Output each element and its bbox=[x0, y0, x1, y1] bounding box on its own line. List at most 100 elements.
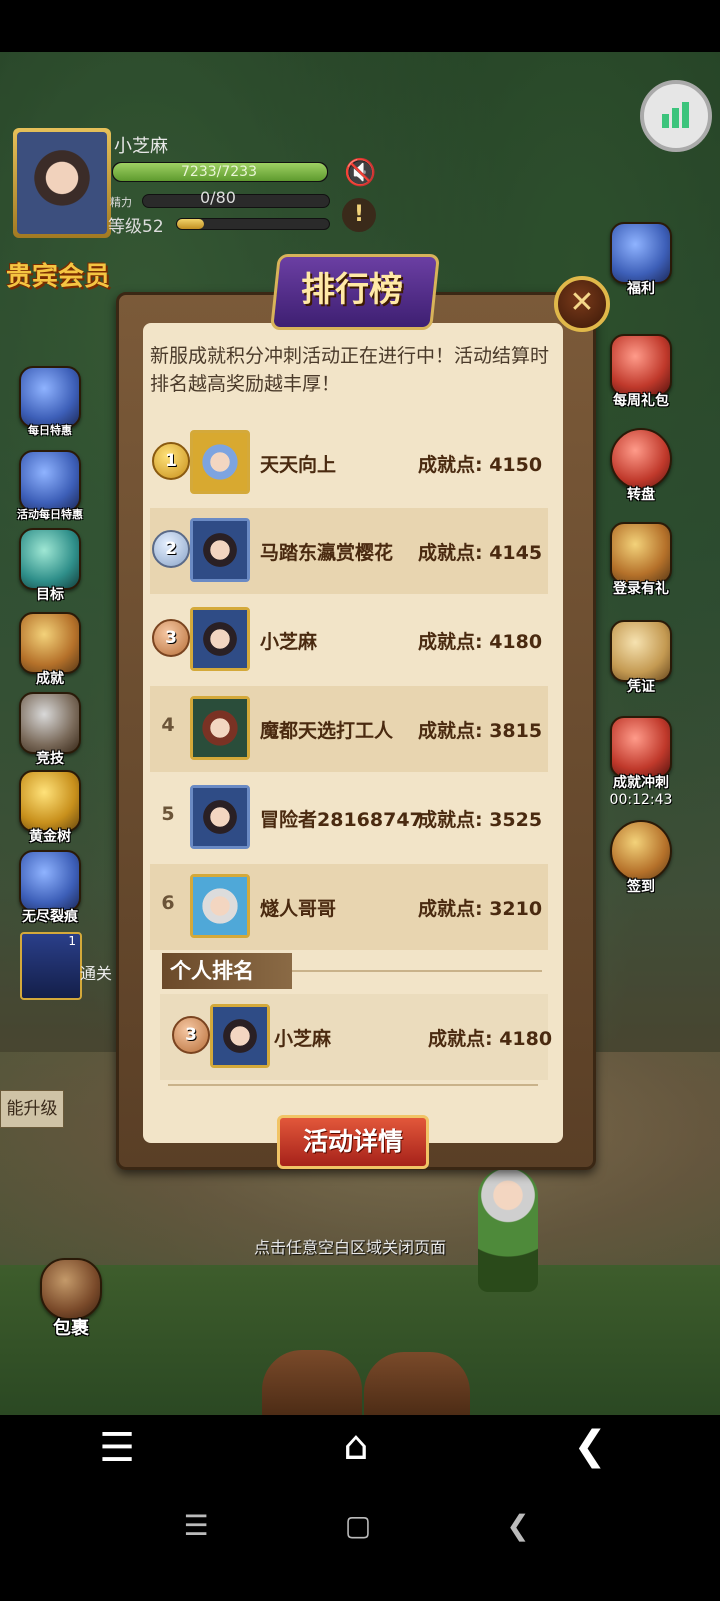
wheel-icon bbox=[610, 428, 672, 490]
daily-deal-button[interactable]: 每日特惠 bbox=[15, 366, 85, 438]
close-button[interactable]: ✕ bbox=[554, 276, 610, 332]
endless-rift-button[interactable]: 无尽裂痕 bbox=[15, 850, 85, 926]
player-name: 小芝麻 bbox=[114, 136, 168, 157]
player-name: 小芝麻 bbox=[260, 631, 318, 653]
arena-label: 竞技 bbox=[36, 751, 64, 767]
hp-text: 7233/7233 bbox=[181, 164, 257, 180]
home-icon[interactable]: ⌂ bbox=[328, 1423, 384, 1469]
event-details-button[interactable]: 活动详情 bbox=[277, 1115, 429, 1169]
upgrade-button[interactable]: 能升级 bbox=[0, 1090, 64, 1128]
player-name: 小芝麻 bbox=[274, 1028, 332, 1050]
stats-icon[interactable] bbox=[640, 80, 712, 152]
back-icon[interactable]: ❮ bbox=[498, 1509, 538, 1542]
checkin-label: 签到 bbox=[627, 879, 655, 895]
chest-icon bbox=[19, 366, 81, 428]
banner-icon bbox=[610, 716, 672, 778]
avatar bbox=[190, 607, 250, 671]
exp-bar-fill bbox=[177, 219, 205, 229]
achievement-sprint-label: 成就冲刺 bbox=[613, 775, 669, 791]
leaderboard-row[interactable]: 5 冒险者28168747 成就点: 3525 bbox=[150, 775, 548, 861]
avatar bbox=[190, 785, 250, 849]
player-portrait bbox=[17, 132, 107, 234]
menu-icon[interactable]: ☰ bbox=[92, 1425, 142, 1471]
avatar bbox=[190, 430, 250, 494]
score: 成就点: 3815 bbox=[418, 720, 543, 742]
avatar bbox=[190, 696, 250, 760]
personal-rank-row[interactable]: 3 小芝麻 成就点: 4180 bbox=[160, 994, 552, 1080]
leaderboard-title: 排行榜 bbox=[301, 270, 403, 310]
pass-label: 通关 bbox=[80, 964, 113, 983]
chest-icon bbox=[19, 450, 81, 512]
bag-button[interactable]: 包裹 bbox=[36, 1258, 106, 1340]
score: 成就点: 3210 bbox=[418, 898, 543, 920]
player-name: 魔都天选打工人 bbox=[260, 720, 394, 742]
gold-tree-button[interactable]: 黄金树 bbox=[15, 770, 85, 846]
rank-number: 6 bbox=[161, 892, 175, 914]
rank-number: 4 bbox=[161, 714, 175, 736]
arena-button[interactable]: 竞技 bbox=[15, 692, 85, 768]
alert-icon[interactable]: ! bbox=[342, 198, 376, 232]
achievement-button[interactable]: 成就 bbox=[15, 612, 85, 688]
rift-icon bbox=[19, 850, 81, 912]
welfare-button[interactable]: 福利 bbox=[606, 222, 676, 298]
weekly-pack-label: 每周礼包 bbox=[613, 393, 669, 409]
app-nav-bar: ☰ ⌂ ❮ bbox=[0, 1415, 720, 1495]
event-daily-deal-label: 活动每日特惠 bbox=[17, 508, 83, 521]
close-icon: ✕ bbox=[569, 285, 595, 320]
score: 成就点: 3525 bbox=[418, 809, 543, 831]
player-name: 冒险者28168747 bbox=[260, 809, 423, 831]
score: 成就点: 4180 bbox=[418, 631, 543, 653]
achievement-label: 成就 bbox=[36, 671, 64, 687]
leaderboard-row[interactable]: 6 燧人哥哥 成就点: 3210 bbox=[150, 864, 548, 950]
rank-number: 5 bbox=[161, 803, 175, 825]
bag-icon bbox=[40, 1258, 102, 1320]
player-name: 马踏东瀛赏樱花 bbox=[260, 542, 394, 564]
home-square-icon[interactable]: ▢ bbox=[338, 1509, 378, 1542]
voucher-button[interactable]: 凭证 bbox=[606, 620, 676, 696]
leaderboard-row[interactable]: 3 小芝麻 成就点: 4180 bbox=[150, 597, 548, 683]
avatar bbox=[190, 518, 250, 582]
gold-tree-label: 黄金树 bbox=[29, 829, 71, 845]
wheel-button[interactable]: 转盘 bbox=[606, 428, 676, 504]
bag-label: 包裹 bbox=[53, 1318, 89, 1339]
mute-icon[interactable]: 🔇 bbox=[344, 158, 376, 188]
player-name: 燧人哥哥 bbox=[260, 898, 337, 920]
leaderboard-row[interactable]: 2 马踏东瀛赏樱花 成就点: 4145 bbox=[150, 508, 548, 594]
back-icon[interactable]: ❮ bbox=[570, 1423, 610, 1469]
achievement-sprint-button[interactable]: 成就冲刺 00:12:43 bbox=[606, 716, 676, 808]
item-slot[interactable]: 1 bbox=[20, 932, 82, 1000]
barrel bbox=[364, 1352, 470, 1420]
leaderboard-intro: 新服成就积分冲刺活动正在进行中！活动结算时排名越高奖励越丰厚！ bbox=[150, 345, 550, 395]
scroll-icon bbox=[610, 620, 672, 682]
score: 成就点: 4145 bbox=[418, 542, 543, 564]
checkin-button[interactable]: 签到 bbox=[606, 820, 676, 896]
system-nav-bar: ☰ ▢ ❮ bbox=[0, 1495, 720, 1601]
wheel-label: 转盘 bbox=[627, 487, 655, 503]
player-name: 天天向上 bbox=[260, 454, 337, 476]
energy-label: 精力 bbox=[110, 196, 132, 209]
potion-icon bbox=[19, 528, 81, 590]
swords-icon bbox=[19, 692, 81, 754]
recent-apps-icon[interactable]: ☰ bbox=[176, 1509, 216, 1542]
avatar bbox=[190, 874, 250, 938]
leaderboard-row[interactable]: 1 天天向上 成就点: 4150 bbox=[150, 420, 548, 506]
bronze-medal-icon: 3 bbox=[172, 1016, 210, 1054]
gift-icon bbox=[610, 522, 672, 584]
close-hint: 点击任意空白区域关闭页面 bbox=[253, 1238, 446, 1257]
player-character[interactable] bbox=[478, 1168, 538, 1292]
item-badge: 1 bbox=[68, 934, 76, 948]
endless-rift-label: 无尽裂痕 bbox=[22, 909, 78, 925]
voucher-label: 凭证 bbox=[627, 679, 655, 695]
bar-chart-icon bbox=[662, 102, 689, 128]
level-text: 等级52 bbox=[108, 217, 164, 237]
welfare-label: 福利 bbox=[627, 281, 655, 297]
login-gift-button[interactable]: 登录有礼 bbox=[606, 522, 676, 598]
vip-label[interactable]: 贵宾会员 bbox=[6, 256, 110, 293]
player-avatar[interactable] bbox=[13, 128, 111, 238]
personal-rank-header: 个人排名 bbox=[162, 953, 292, 989]
goal-button[interactable]: 目标 bbox=[15, 528, 85, 604]
laurel-icon bbox=[19, 612, 81, 674]
leaderboard-row[interactable]: 4 魔都天选打工人 成就点: 3815 bbox=[150, 686, 548, 772]
event-daily-deal-button[interactable]: 活动每日特惠 bbox=[15, 450, 85, 522]
weekly-pack-button[interactable]: 每周礼包 bbox=[606, 334, 676, 410]
